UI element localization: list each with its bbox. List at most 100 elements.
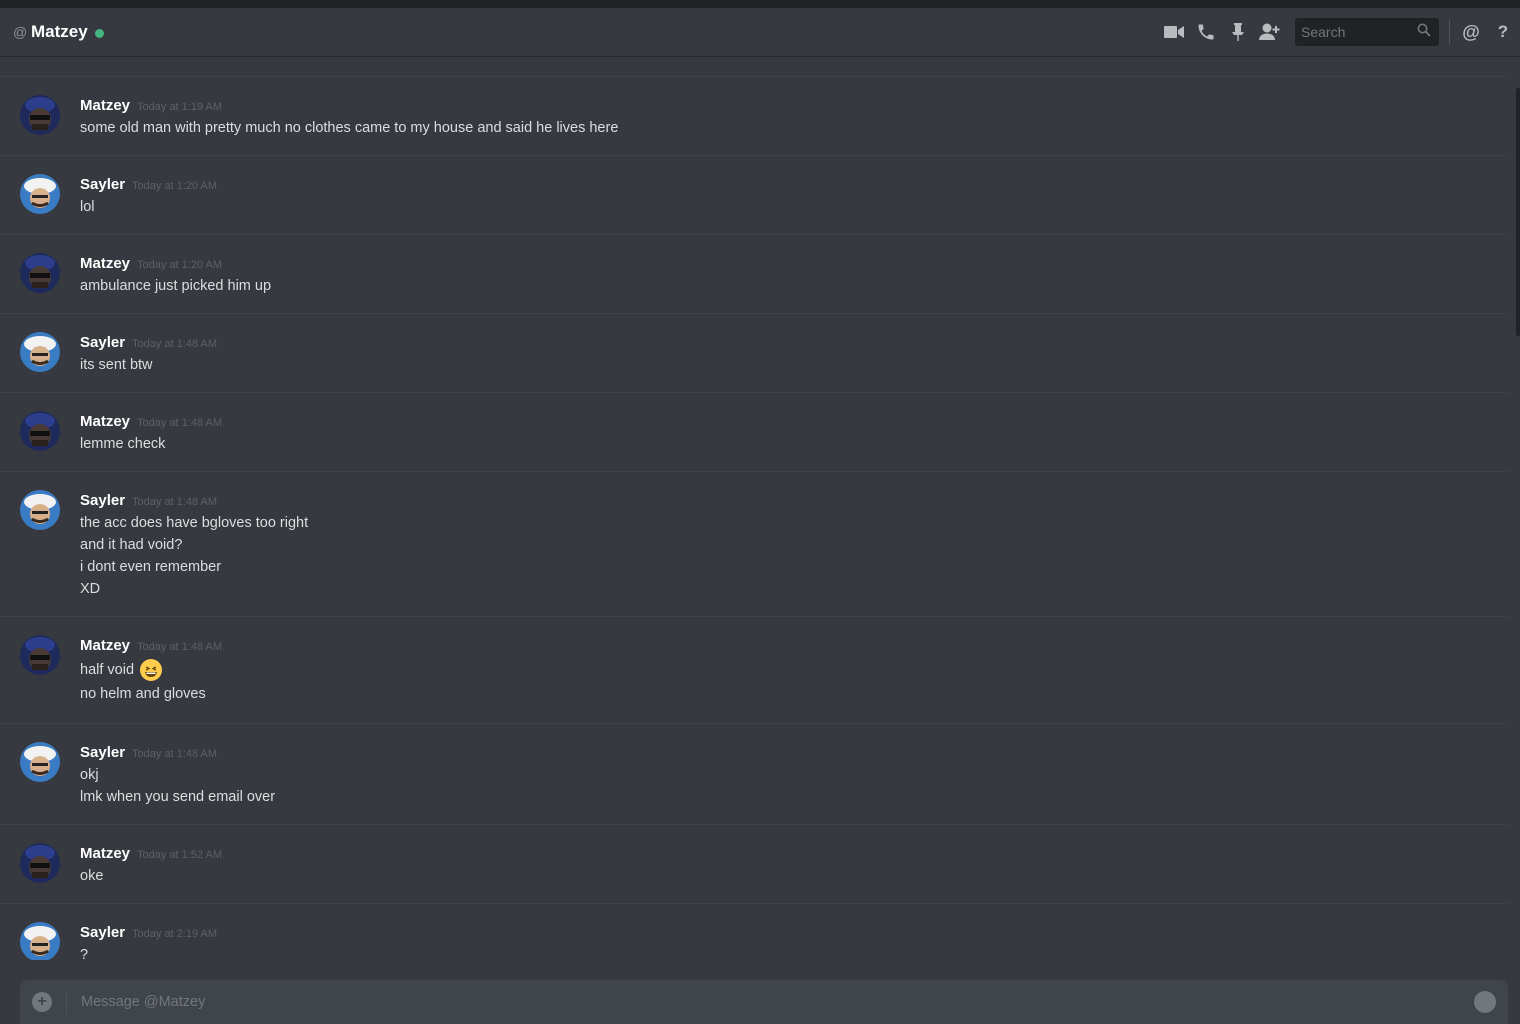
message-line: the acc does have bgloves too right: [80, 512, 1508, 534]
message-timestamp: Today at 1:48 AM: [137, 417, 223, 429]
message-author[interactable]: Matzey: [80, 413, 130, 430]
message-group[interactable]: Matzey Today at 1:48 AM half void no helm a…: [0, 616, 1508, 723]
message-text: lemme check: [80, 436, 166, 452]
message-timestamp: Today at 1:48 AM: [132, 338, 218, 350]
message-author[interactable]: Sayler: [80, 744, 125, 761]
channel-header: @ Matzey Search @ ?: [0, 8, 1520, 56]
message-timestamp: Today at 1:48 AM: [132, 748, 218, 760]
message-text: some old man with pretty much no clothes…: [80, 120, 619, 136]
message-timestamp: Today at 1:20 AM: [132, 180, 218, 192]
message-text: okj: [80, 767, 99, 783]
message-timestamp: Today at 1:52 AM: [137, 849, 223, 861]
message-author[interactable]: Sayler: [80, 492, 125, 509]
message-text: oke: [80, 868, 104, 884]
mention-icon[interactable]: @: [1460, 21, 1482, 43]
message-meta: Matzey Today at 1:48 AM: [80, 637, 1508, 655]
message-text: ambulance just picked him up: [80, 278, 272, 294]
message-text: its sent btw: [80, 357, 153, 373]
message-text: lmk when you send email over: [80, 789, 276, 805]
voice-call-icon[interactable]: [1195, 21, 1217, 43]
online-status-icon: [94, 28, 104, 38]
message-list[interactable]: Matzey Today at 1:19 AM some old man with …: [0, 76, 1508, 960]
sayler-avatar[interactable]: [20, 332, 60, 372]
message-text: lol: [80, 199, 95, 215]
message-group[interactable]: Sayler Today at 1:48 AM the acc does have …: [0, 471, 1508, 616]
message-meta: Sayler Today at 1:20 AM: [80, 176, 1508, 194]
message-meta: Sayler Today at 1:48 AM: [80, 492, 1508, 510]
message-group[interactable]: Matzey Today at 1:19 AM some old man with …: [0, 76, 1508, 155]
message-group[interactable]: Sayler Today at 1:48 AM its sent btw: [0, 313, 1508, 392]
message-meta: Matzey Today at 1:19 AM: [80, 97, 1508, 115]
message-line: lemme check: [80, 433, 1508, 455]
sayler-avatar[interactable]: [20, 742, 60, 782]
message-timestamp: Today at 1:48 AM: [137, 641, 223, 653]
message-timestamp: Today at 2:19 AM: [132, 928, 218, 940]
message-timestamp: Today at 1:48 AM: [132, 496, 218, 508]
message-group[interactable]: Sayler Today at 2:19 AM?: [0, 903, 1508, 960]
message-scrollbar[interactable]: [1516, 88, 1520, 336]
message-group[interactable]: Matzey Today at 1:52 AM oke: [0, 824, 1508, 903]
message-text: i dont even remember: [80, 559, 222, 575]
video-call-icon[interactable]: [1163, 21, 1185, 43]
sayler-avatar[interactable]: [20, 490, 60, 530]
matzey-avatar[interactable]: [20, 253, 60, 293]
message-author[interactable]: Matzey: [80, 97, 130, 114]
message-input[interactable]: [79, 993, 1474, 1011]
pin-icon[interactable]: [1227, 21, 1249, 43]
add-friend-icon[interactable]: [1259, 21, 1281, 43]
message-line: i dont even remember: [80, 556, 1508, 578]
message-line: some old man with pretty much no clothes…: [80, 117, 1508, 139]
search-input[interactable]: Search: [1295, 18, 1439, 46]
composer-divider: [66, 990, 67, 1014]
message-line: no helm and gloves: [80, 683, 1508, 705]
message-meta: Sayler Today at 1:48 AM: [80, 744, 1508, 762]
message-group[interactable]: Matzey Today at 1:20 AM ambulance just pic…: [0, 234, 1508, 313]
message-meta: Sayler Today at 2:19 AM: [80, 924, 1508, 942]
header-toolbar: Search @ ?: [1153, 8, 1520, 56]
matzey-avatar[interactable]: [20, 411, 60, 451]
message-text: the acc does have bgloves too right: [80, 515, 309, 531]
help-icon[interactable]: ?: [1492, 21, 1514, 43]
message-author[interactable]: Sayler: [80, 176, 125, 193]
emoji-picker-icon[interactable]: [1474, 991, 1496, 1013]
message-text: ?: [80, 947, 89, 960]
matzey-avatar[interactable]: [20, 843, 60, 883]
message-line: lmk when you send email over: [80, 786, 1508, 808]
message-composer: +: [20, 980, 1508, 1024]
search-placeholder: Search: [1301, 24, 1346, 40]
message-author[interactable]: Matzey: [80, 255, 130, 272]
message-timestamp: Today at 1:19 AM: [137, 101, 223, 113]
grinning-squinting-face-icon: [140, 659, 163, 681]
dm-at-icon: @: [13, 24, 28, 40]
message-group[interactable]: Sayler Today at 1:48 AM okj lmk when you se…: [0, 723, 1508, 824]
message-line: and it had void?: [80, 534, 1508, 556]
matzey-avatar[interactable]: [20, 95, 60, 135]
message-meta: Matzey Today at 1:52 AM: [80, 845, 1508, 863]
message-author[interactable]: Sayler: [80, 924, 125, 941]
window-title-bar: [0, 0, 1520, 8]
message-group[interactable]: Sayler Today at 1:20 AM lol: [0, 155, 1508, 234]
message-text: XD: [80, 581, 101, 597]
message-line: ?: [80, 944, 1508, 960]
sayler-avatar[interactable]: [20, 922, 60, 960]
message-line: half void: [80, 657, 1508, 683]
message-author[interactable]: Sayler: [80, 334, 125, 351]
message-author[interactable]: Matzey: [80, 845, 130, 862]
sayler-avatar[interactable]: [20, 174, 60, 214]
message-line: ambulance just picked him up: [80, 275, 1508, 297]
message-timestamp: Today at 1:20 AM: [137, 259, 223, 271]
message-text: no helm and gloves: [80, 686, 206, 702]
message-line: XD: [80, 578, 1508, 600]
message-line: okj: [80, 764, 1508, 786]
upload-plus-icon[interactable]: +: [32, 992, 52, 1012]
message-meta: Matzey Today at 1:48 AM: [80, 413, 1508, 431]
message-line: oke: [80, 865, 1508, 887]
message-group[interactable]: Matzey Today at 1:48 AM lemme check: [0, 392, 1508, 471]
message-text: and it had void?: [80, 537, 183, 553]
message-author[interactable]: Matzey: [80, 637, 130, 654]
dm-recipient-name: Matzey: [31, 22, 88, 41]
message-meta: Sayler Today at 1:48 AM: [80, 334, 1508, 352]
toolbar-divider: [1449, 20, 1450, 44]
matzey-avatar[interactable]: [20, 635, 60, 675]
message-meta: Matzey Today at 1:20 AM: [80, 255, 1508, 273]
